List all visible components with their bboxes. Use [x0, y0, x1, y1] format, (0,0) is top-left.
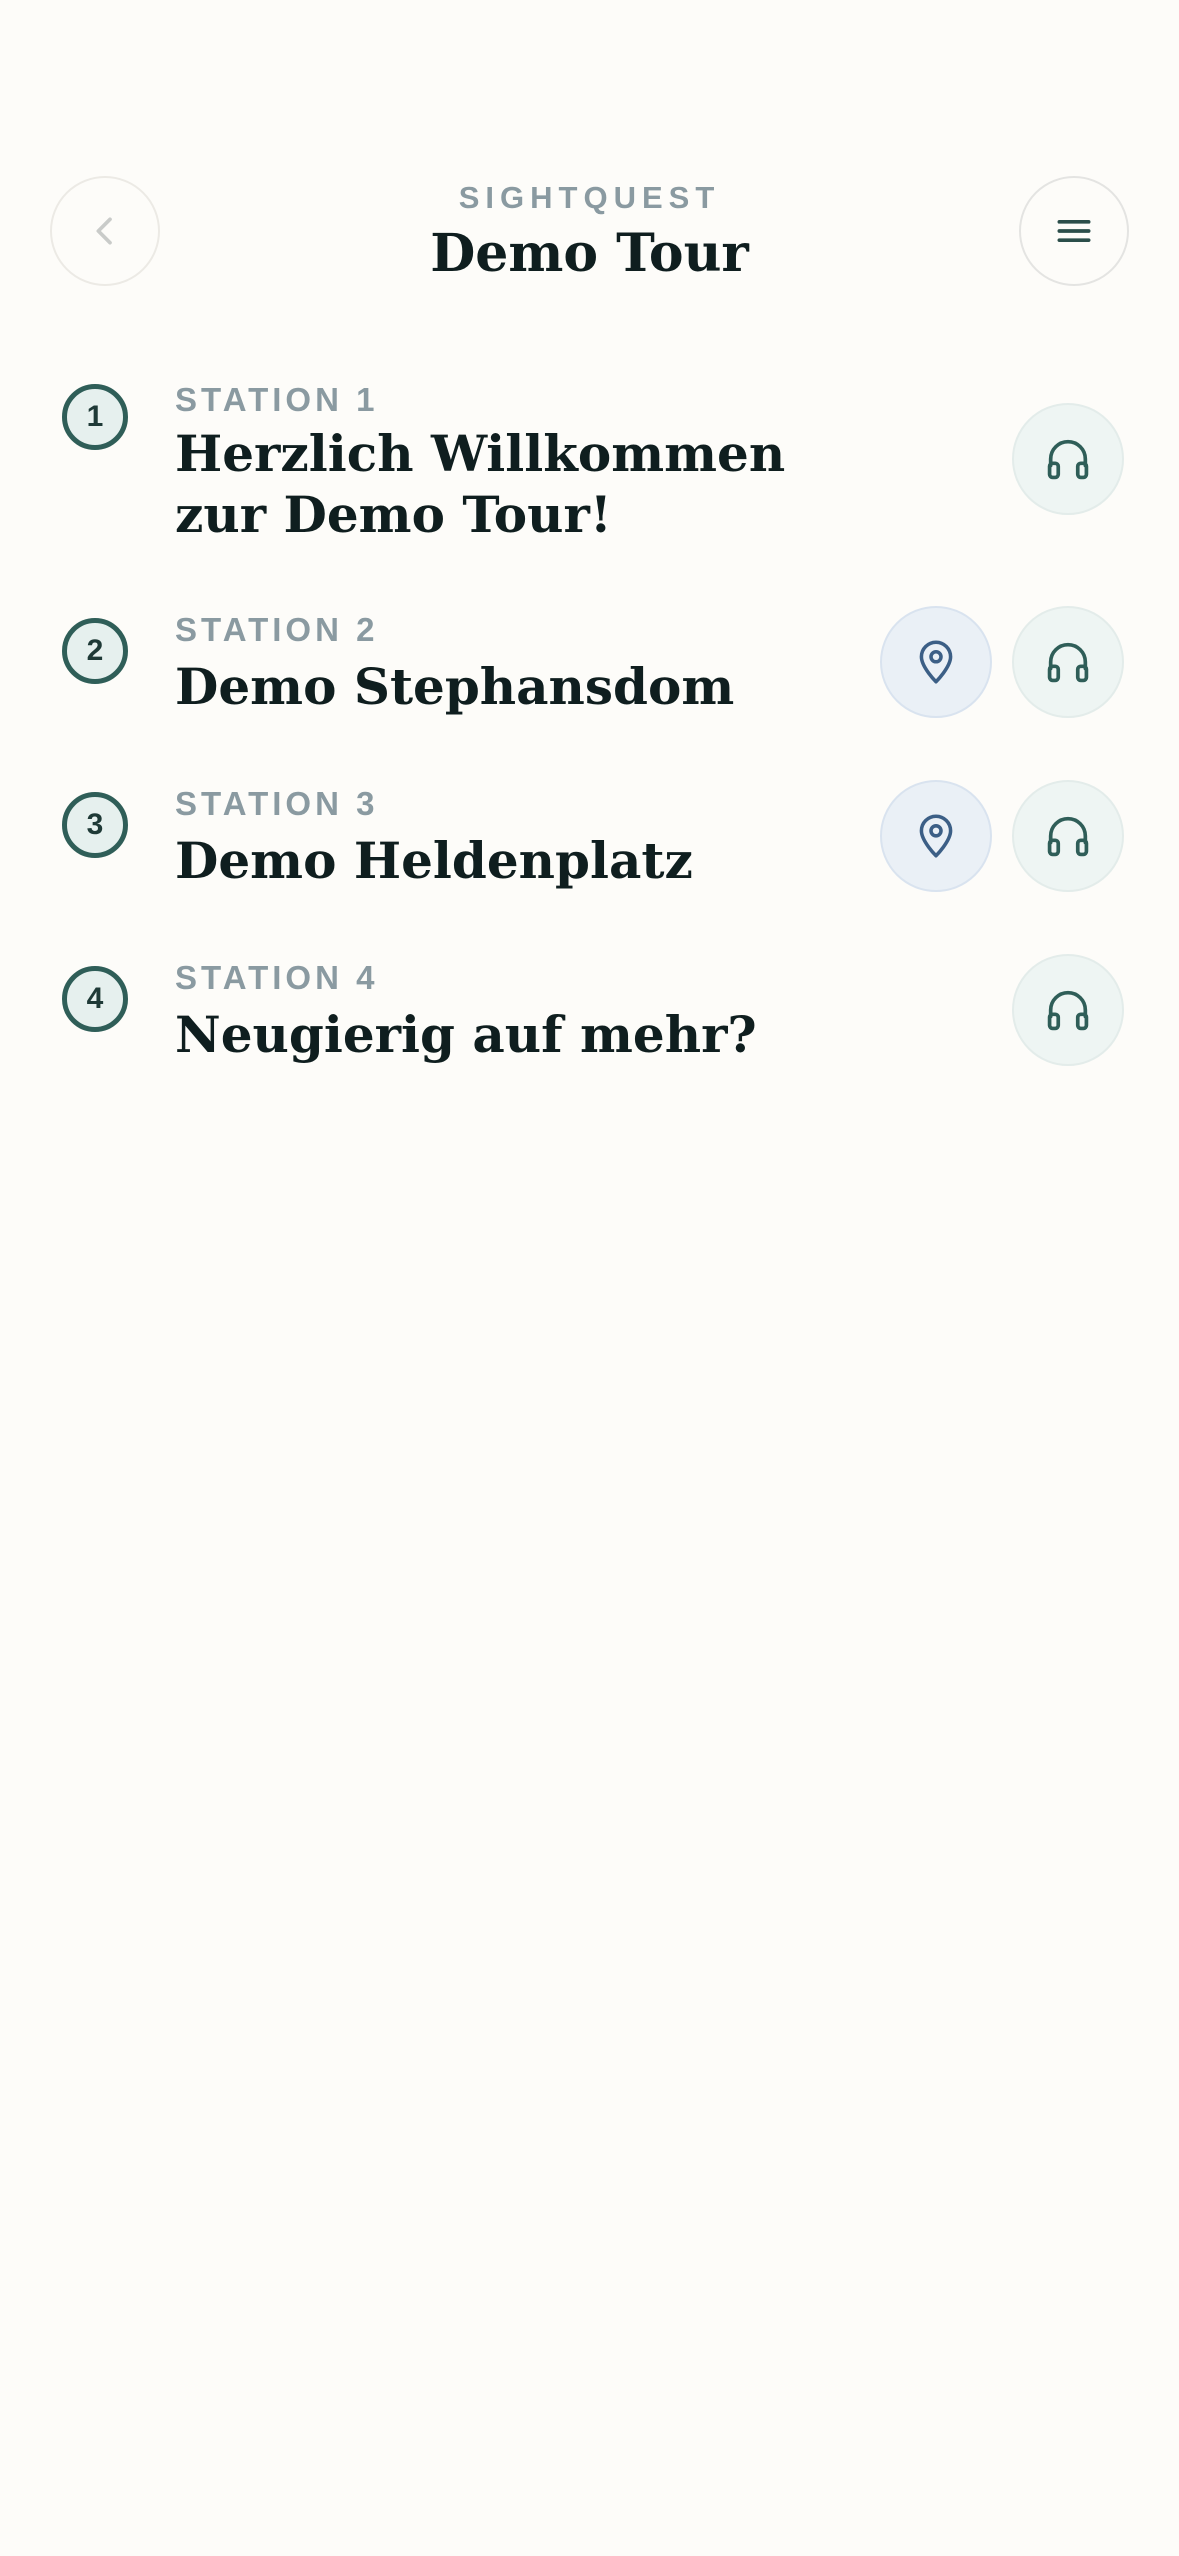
station-number-badge: 2: [62, 618, 128, 684]
station-label: STATION 1: [175, 381, 379, 418]
station-item-4[interactable]: 4 STATION 4 Neugierig auf mehr?: [0, 952, 1179, 1082]
map-button[interactable]: [880, 606, 992, 718]
station-number-badge: 1: [62, 384, 128, 450]
hamburger-menu-icon: [1052, 209, 1096, 253]
station-item-2[interactable]: 2 STATION 2 Demo Stephansdom: [0, 604, 1179, 734]
app-header: SIGHTQUEST Demo Tour: [0, 0, 1179, 330]
audio-button[interactable]: [1012, 403, 1124, 515]
headphones-icon: [1042, 984, 1094, 1036]
page-title: Demo Tour: [430, 223, 749, 284]
station-item-3[interactable]: 3 STATION 3 Demo Heldenplatz: [0, 778, 1179, 908]
headphones-icon: [1042, 433, 1094, 485]
station-name: Demo Heldenplatz: [175, 831, 693, 890]
station-number-badge: 3: [62, 792, 128, 858]
map-pin-icon: [911, 637, 961, 687]
station-label: STATION 2: [175, 611, 379, 648]
map-pin-icon: [911, 811, 961, 861]
menu-button[interactable]: [1019, 176, 1129, 286]
station-label: STATION 4: [175, 959, 379, 996]
station-label: STATION 3: [175, 785, 379, 822]
station-name: Demo Stephansdom: [175, 657, 735, 716]
station-name: Herzlich Willkommen zur Demo Tour!: [175, 424, 786, 544]
headphones-icon: [1042, 810, 1094, 862]
brand-name: SIGHTQUEST: [458, 180, 721, 215]
audio-button[interactable]: [1012, 780, 1124, 892]
audio-button[interactable]: [1012, 954, 1124, 1066]
headphones-icon: [1042, 636, 1094, 688]
station-number-badge: 4: [62, 966, 128, 1032]
map-button[interactable]: [880, 780, 992, 892]
audio-button[interactable]: [1012, 606, 1124, 718]
station-name: Neugierig auf mehr?: [175, 1005, 757, 1064]
station-item-1[interactable]: 1 STATION 1 Herzlich Willkommen zur Demo…: [0, 370, 1179, 550]
